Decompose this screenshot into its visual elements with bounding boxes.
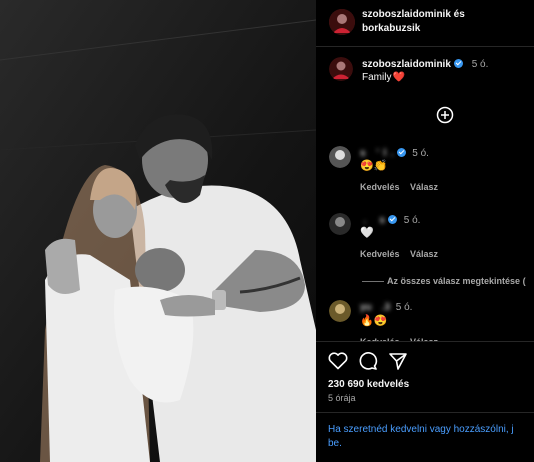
- comment-time: 5 ó.: [412, 148, 429, 159]
- comment-1-reply-button[interactable]: Válasz: [410, 182, 438, 192]
- actions-section: 230 690 kedvelés 5 órája: [316, 342, 534, 462]
- caption-emoji: ❤️: [392, 72, 405, 83]
- comment-avatar[interactable]: [329, 213, 351, 235]
- comment-3-text: 🔥😍: [360, 315, 388, 327]
- post-age: 5 órája: [328, 393, 356, 403]
- comment-username[interactable]: . s: [360, 215, 385, 226]
- view-replies-button[interactable]: Az összes válasz megtekintése (: [387, 276, 526, 286]
- caption-text: Family❤️: [362, 72, 405, 83]
- verified-badge-icon: [388, 215, 397, 224]
- post-side-panel: szoboszlaidominik és borkabuzsik szobosz…: [316, 0, 534, 462]
- comment-3-header: yu .3 5 ó.: [360, 302, 412, 313]
- comment-1-header: s ' l . 5 ó.: [360, 148, 429, 159]
- post-photo[interactable]: [0, 0, 316, 462]
- login-divider: [316, 412, 534, 413]
- plus-circle-icon[interactable]: [436, 106, 454, 129]
- login-prompt-text: Ha szeretnéd kedvelni vagy hozzászólni, …: [328, 424, 514, 435]
- verified-badge-icon: [396, 148, 406, 157]
- heart-outline-icon[interactable]: [328, 352, 348, 375]
- comment-2-text: 🤍: [360, 227, 374, 239]
- comment-2-like-button[interactable]: Kedvelés: [360, 249, 400, 259]
- comment-1-like-button[interactable]: Kedvelés: [360, 182, 400, 192]
- comment-1-text: 😍👏: [360, 160, 388, 172]
- comment-bubble-icon[interactable]: [358, 351, 378, 376]
- post-time: 5 ó.: [471, 59, 489, 70]
- header-title-line1[interactable]: szoboszlaidominik és: [362, 9, 465, 20]
- comment-avatar[interactable]: [329, 146, 351, 168]
- caption-header: szoboszlaidominik 5 ó.: [362, 59, 488, 70]
- login-link[interactable]: be.: [328, 438, 342, 449]
- comment-2-header: . s 5 ó.: [360, 215, 420, 226]
- post-header: szoboszlaidominik és borkabuzsik: [316, 0, 534, 47]
- family-photo-image: [0, 0, 316, 462]
- author-avatar[interactable]: [329, 57, 353, 81]
- paper-plane-icon[interactable]: [388, 351, 408, 376]
- replies-divider-line: [362, 281, 384, 282]
- caption-body: Family: [362, 72, 392, 83]
- verified-badge-icon: [453, 59, 463, 68]
- comment-username[interactable]: yu .3: [360, 302, 390, 313]
- comment-time: 5 ó.: [403, 215, 421, 226]
- comment-avatar[interactable]: [329, 300, 351, 322]
- header-title-line2[interactable]: borkabuzsik: [362, 23, 420, 34]
- header-avatar[interactable]: [329, 9, 355, 35]
- comment-2-reply-button[interactable]: Válasz: [410, 249, 438, 259]
- comment-time: 5 ó.: [395, 302, 413, 313]
- likes-count[interactable]: 230 690 kedvelés: [328, 379, 409, 390]
- comment-username[interactable]: s ' l .: [360, 148, 394, 159]
- author-username[interactable]: szoboszlaidominik: [362, 59, 451, 70]
